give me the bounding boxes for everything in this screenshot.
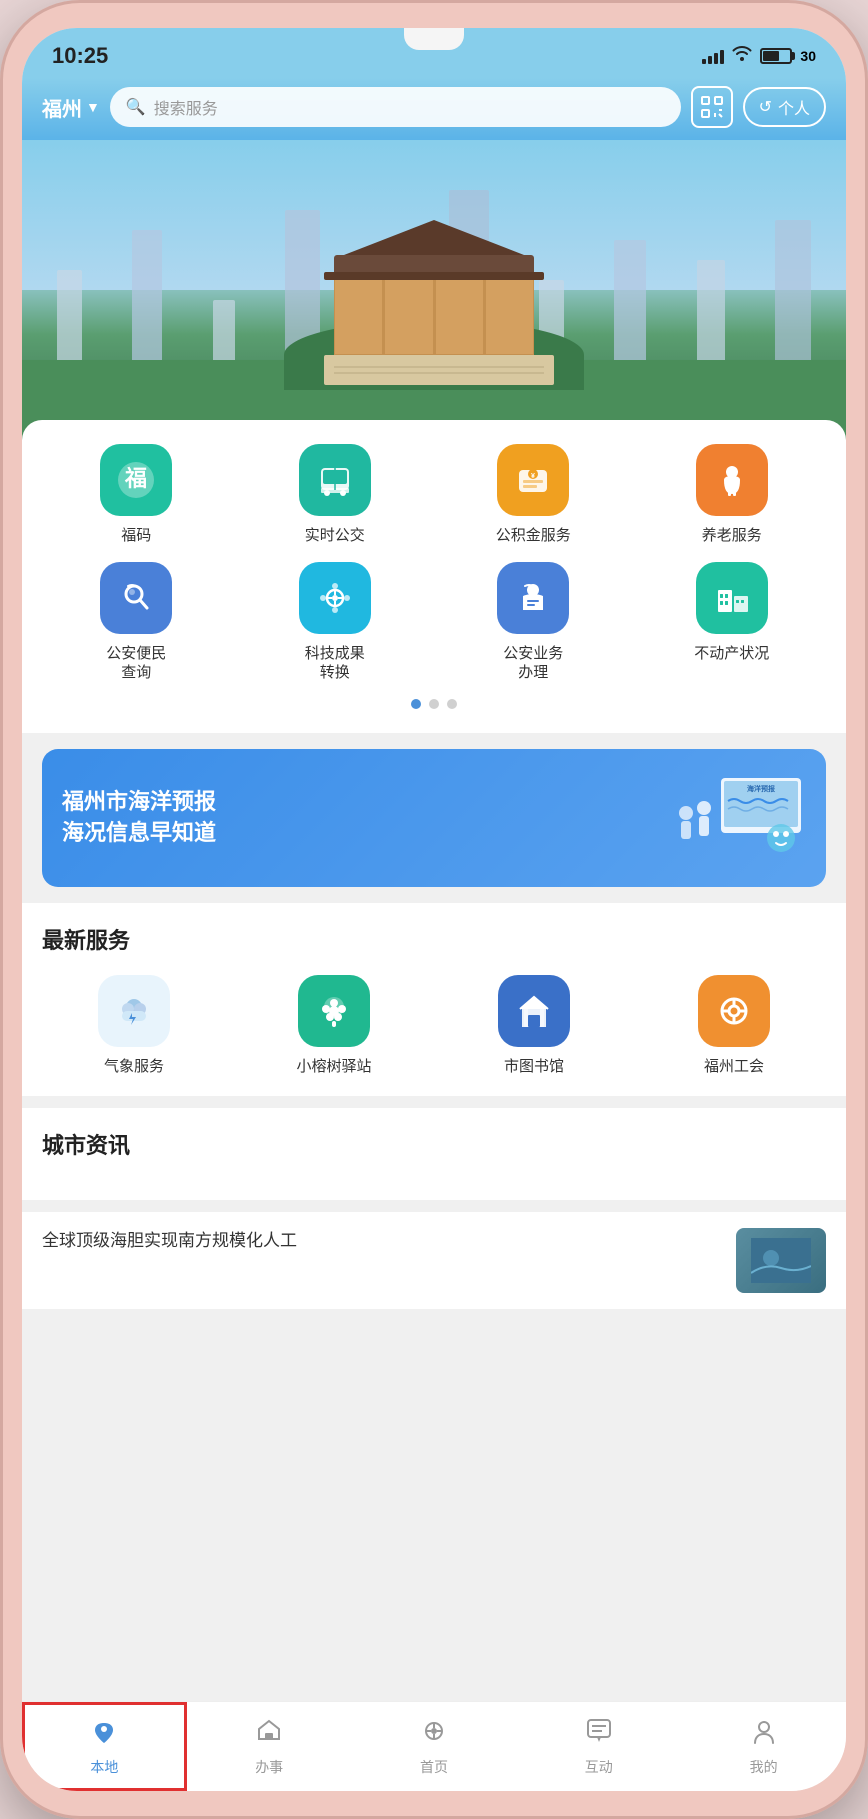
services-card: 福 福码 (22, 420, 846, 733)
police-affairs-label: 公安业务 办理 (503, 644, 563, 683)
status-time: 10:25 (52, 43, 108, 69)
promo-title: 福州市海洋预报海况信息早知道 (62, 787, 216, 849)
hero-banner (22, 140, 846, 440)
union-icon (698, 975, 770, 1047)
service-property[interactable]: 不动产状况 (638, 562, 827, 683)
fund-label: 公积金服务 (496, 526, 571, 546)
latest-services-title: 最新服务 (42, 923, 826, 955)
fund-icon: ¥ (497, 444, 569, 516)
tree-station-label: 小榕树驿站 (296, 1057, 371, 1077)
city-news-title: 城市资讯 (42, 1128, 826, 1160)
service-fund[interactable]: ¥ 公积金服务 (439, 444, 628, 546)
latest-services-grid: 气象服务 (42, 975, 826, 1077)
elder-icon (696, 444, 768, 516)
hero-city-background (22, 140, 846, 440)
dot-3 (447, 699, 457, 709)
library-icon (498, 975, 570, 1047)
svg-text:¥: ¥ (531, 473, 535, 480)
bottom-nav: 本地 办事 (22, 1701, 846, 1791)
nav-item-interact[interactable]: 互动 (516, 1702, 681, 1791)
police-search-icon (100, 562, 172, 634)
union-label: 福州工会 (704, 1057, 764, 1077)
local-label: 本地 (90, 1757, 118, 1777)
mine-icon (750, 1717, 778, 1752)
app-header: 福州 ▼ 🔍 搜索服务 ↺ 个人 (22, 78, 846, 140)
personal-label: 个人 (778, 95, 810, 119)
library-label: 市图书馆 (504, 1057, 564, 1077)
service-tree-station[interactable]: 小榕树驿站 (242, 975, 426, 1077)
nav-item-home[interactable]: 首页 (352, 1702, 517, 1791)
wifi-icon (732, 45, 752, 66)
bus-icon (299, 444, 371, 516)
tree-station-icon (298, 975, 370, 1047)
quick-services-row1: 福 福码 (42, 444, 826, 546)
service-police-search[interactable]: 公安便民 查询 (42, 562, 231, 683)
property-label: 不动产状况 (694, 644, 769, 664)
service-fucode[interactable]: 福 福码 (42, 444, 231, 546)
promo-illustration: 海洋预报 (666, 773, 806, 863)
phone-screen: 10:25 (22, 28, 846, 1791)
svg-text:福: 福 (124, 466, 147, 491)
police-affairs-icon (497, 562, 569, 634)
home-icon (420, 1717, 448, 1752)
city-selector[interactable]: 福州 ▼ (42, 93, 100, 122)
city-name: 福州 (42, 93, 82, 122)
nav-item-mine[interactable]: 我的 (681, 1702, 846, 1791)
service-elder[interactable]: 养老服务 (638, 444, 827, 546)
svg-text:海洋预报: 海洋预报 (747, 784, 776, 793)
affairs-label: 办事 (255, 1757, 283, 1777)
latest-services-section: 最新服务 (22, 903, 846, 1097)
weather-icon (98, 975, 170, 1047)
page-dots (42, 699, 826, 709)
scan-button[interactable] (691, 86, 733, 128)
quick-services-row2: 公安便民 查询 (42, 562, 826, 683)
mine-label: 我的 (750, 1757, 778, 1777)
police-search-label: 公安便民 查询 (106, 644, 166, 683)
status-icons: 30 (702, 45, 816, 66)
news-item-1[interactable]: 全球顶级海胆实现南方规模化人工 (22, 1212, 846, 1309)
interact-icon (585, 1717, 613, 1752)
property-icon (696, 562, 768, 634)
service-union[interactable]: 福州工会 (642, 975, 826, 1077)
weather-label: 气象服务 (104, 1057, 164, 1077)
home-label: 首页 (420, 1757, 448, 1777)
nav-item-local[interactable]: 本地 (22, 1702, 187, 1791)
city-dropdown-icon: ▼ (86, 99, 100, 115)
tech-icon (299, 562, 371, 634)
tech-label: 科技成果 转换 (305, 644, 365, 683)
signal-icon (702, 48, 724, 64)
interact-label: 互动 (585, 1757, 613, 1777)
local-icon (90, 1717, 118, 1752)
elder-label: 养老服务 (702, 526, 762, 546)
scroll-content[interactable]: 福 福码 (22, 140, 846, 1701)
dot-2 (429, 699, 439, 709)
search-bar[interactable]: 🔍 搜索服务 (110, 87, 681, 127)
news-thumbnail-1 (736, 1228, 826, 1293)
notch (404, 28, 464, 50)
promo-banner[interactable]: 福州市海洋预报海况信息早知道 海洋预报 (42, 749, 826, 887)
personal-button[interactable]: ↺ 个人 (743, 87, 826, 127)
dot-1 (411, 699, 421, 709)
service-police-affairs[interactable]: 公安业务 办理 (439, 562, 628, 683)
service-weather[interactable]: 气象服务 (42, 975, 226, 1077)
phone-frame: 10:25 (0, 0, 868, 1819)
service-library[interactable]: 市图书馆 (442, 975, 626, 1077)
news-text-1: 全球顶级海胆实现南方规模化人工 (42, 1228, 720, 1254)
personal-icon: ↺ (759, 97, 772, 117)
promo-text-area: 福州市海洋预报海况信息早知道 (62, 787, 216, 849)
fucode-label: 福码 (121, 526, 151, 546)
service-tech[interactable]: 科技成果 转换 (241, 562, 430, 683)
battery-label: 30 (800, 48, 816, 64)
affairs-icon (255, 1717, 283, 1752)
service-bus[interactable]: 实时公交 (241, 444, 430, 546)
fucode-icon: 福 (100, 444, 172, 516)
bus-label: 实时公交 (305, 526, 365, 546)
nav-item-affairs[interactable]: 办事 (187, 1702, 352, 1791)
search-icon: 🔍 (126, 97, 146, 117)
search-placeholder-text: 搜索服务 (154, 95, 218, 119)
battery-icon (760, 48, 792, 64)
city-news-section: 城市资讯 (22, 1108, 846, 1200)
